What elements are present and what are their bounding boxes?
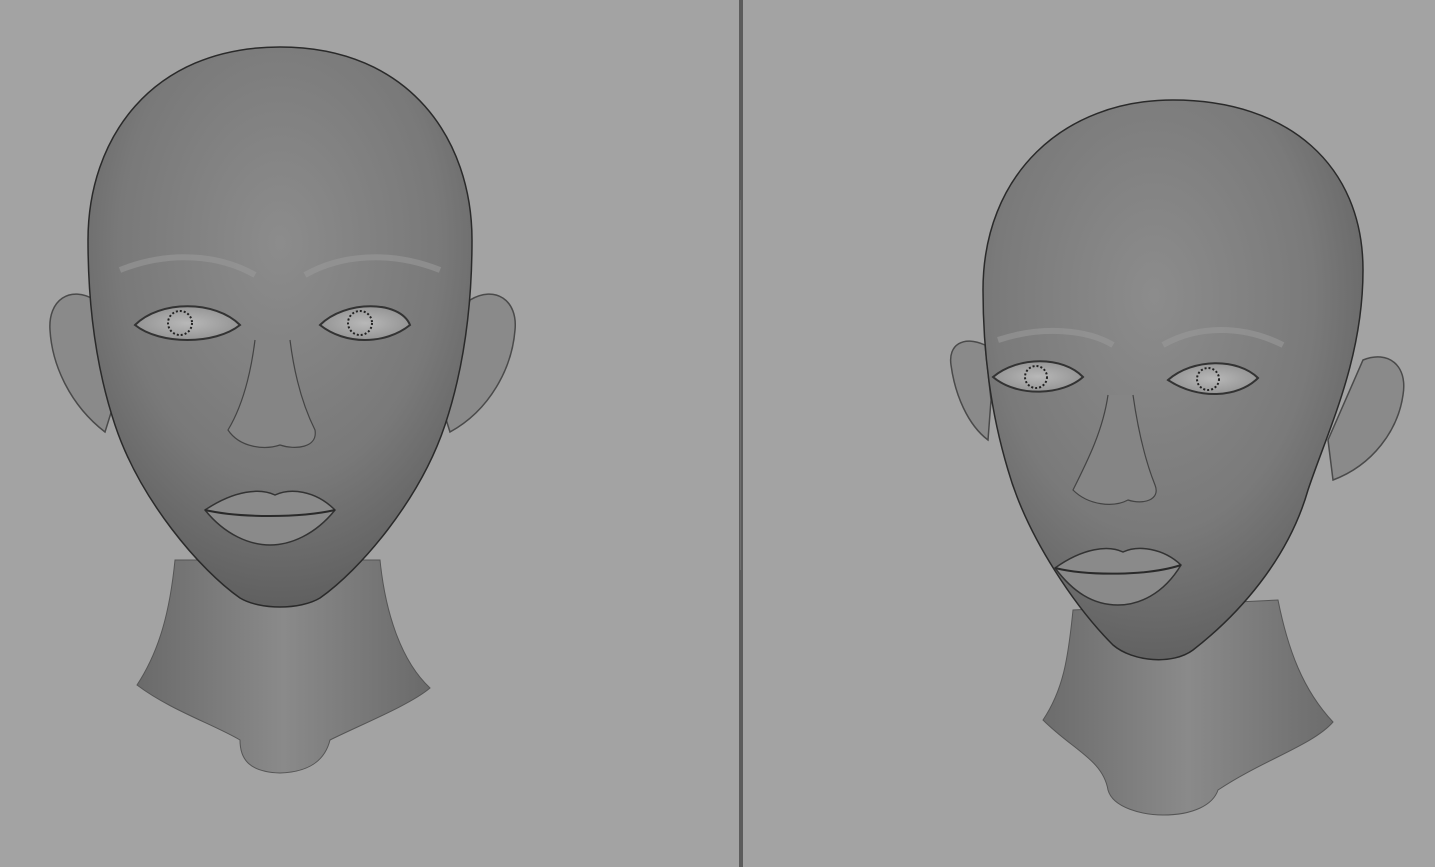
left-ear xyxy=(949,340,992,442)
head-model-three-quarter[interactable] xyxy=(743,0,1435,867)
head-model-front[interactable] xyxy=(0,0,739,867)
viewport-right[interactable] xyxy=(743,0,1435,867)
viewport-left[interactable] xyxy=(0,0,739,867)
dual-viewport-layout xyxy=(0,0,1435,867)
